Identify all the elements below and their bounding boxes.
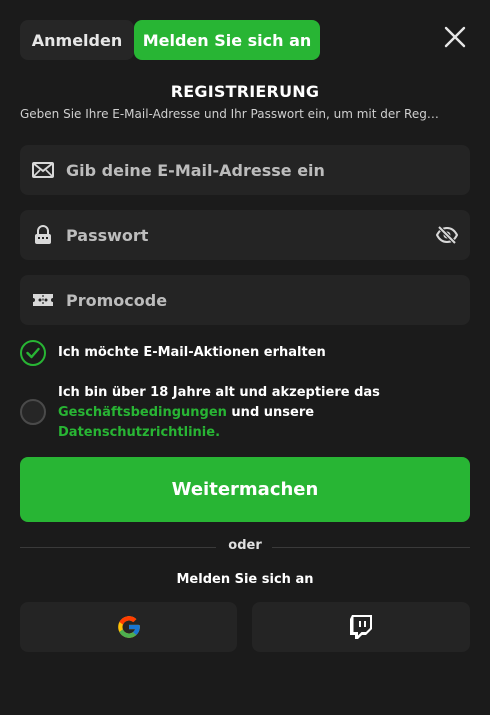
continue-button[interactable]: Weitermachen bbox=[20, 457, 470, 522]
password-input[interactable] bbox=[66, 210, 436, 260]
close-icon bbox=[444, 26, 466, 48]
divider-right bbox=[272, 547, 470, 548]
terms-label: Ich bin über 18 Jahre alt und akzeptiere… bbox=[58, 383, 380, 443]
google-login-button[interactable] bbox=[20, 602, 237, 652]
email-actions-checkbox[interactable] bbox=[20, 340, 46, 366]
terms-link[interactable]: Geschäftsbedingungen bbox=[58, 405, 227, 420]
promocode-field bbox=[20, 275, 470, 325]
tab-register[interactable]: Melden Sie sich an bbox=[134, 20, 320, 60]
toggle-password-visibility[interactable] bbox=[435, 224, 459, 246]
email-actions-row: Ich möchte E-Mail-Aktionen erhalten bbox=[20, 340, 326, 366]
page-title: REGISTRIERUNG bbox=[170, 82, 320, 101]
privacy-link[interactable]: Datenschutzrichtlinie. bbox=[58, 425, 220, 440]
google-icon bbox=[117, 616, 140, 638]
terms-row: Ich bin über 18 Jahre alt und akzeptiere… bbox=[20, 383, 380, 443]
terms-middle: und unsere bbox=[226, 405, 315, 420]
password-field bbox=[20, 210, 470, 260]
social-title: Melden Sie sich an bbox=[176, 572, 314, 587]
terms-checkbox[interactable] bbox=[20, 399, 46, 425]
email-field bbox=[20, 145, 470, 195]
close-button[interactable] bbox=[442, 24, 468, 50]
promocode-input[interactable] bbox=[66, 275, 436, 325]
page-subtitle: Geben Sie Ihre E-Mail-Adresse und Ihr Pa… bbox=[20, 107, 439, 121]
twitch-icon bbox=[350, 615, 372, 639]
email-input[interactable] bbox=[66, 145, 436, 195]
divider-label: oder bbox=[228, 538, 262, 553]
lock-icon bbox=[32, 225, 54, 245]
auth-tabs: Anmelden Melden Sie sich an bbox=[20, 20, 320, 60]
eye-off-icon bbox=[435, 225, 459, 245]
ticket-icon bbox=[32, 290, 54, 310]
tab-login[interactable]: Anmelden bbox=[20, 20, 134, 60]
twitch-login-button[interactable] bbox=[252, 602, 470, 652]
terms-prefix: Ich bin über 18 Jahre alt und akzeptiere… bbox=[58, 385, 380, 400]
email-actions-label: Ich möchte E-Mail-Aktionen erhalten bbox=[58, 345, 326, 360]
check-icon bbox=[26, 347, 40, 359]
mail-icon bbox=[32, 160, 54, 180]
register-modal: Anmelden Melden Sie sich an REGISTRIERUN… bbox=[0, 0, 490, 715]
